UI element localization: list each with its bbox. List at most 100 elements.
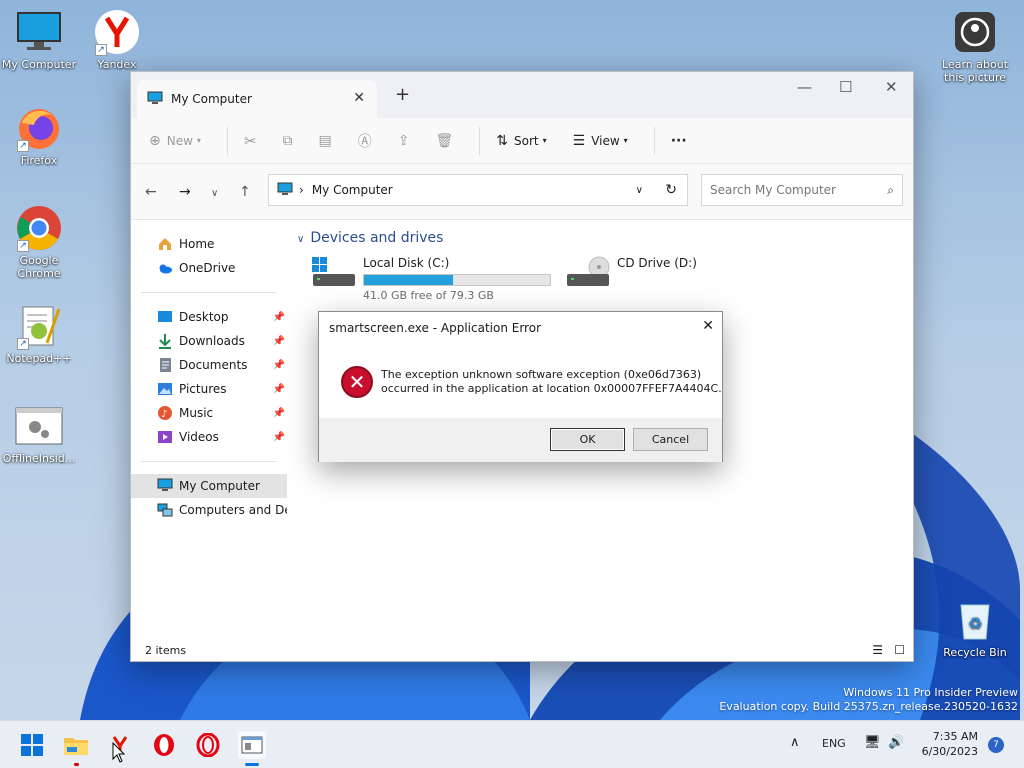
pin-icon[interactable]: 📌 — [273, 408, 285, 419]
close-icon[interactable]: ✕ — [702, 318, 714, 334]
network-icon[interactable]: 🖥 — [864, 735, 881, 750]
svg-text:♪: ♪ — [161, 409, 167, 420]
settings-script-icon — [15, 402, 63, 450]
desktop-icon-my-computer[interactable]: My Computer — [0, 8, 78, 71]
pin-icon[interactable]: 📌 — [273, 336, 285, 347]
chevron-down-icon: ▾ — [623, 136, 628, 145]
pin-icon[interactable]: 📌 — [273, 432, 285, 443]
chevron-down-icon[interactable]: ∨ — [211, 188, 218, 199]
desktop-icon-recycle-bin[interactable]: ♻ Recycle Bin — [936, 596, 1014, 659]
close-window-icon[interactable]: ✕ — [885, 78, 898, 96]
clipboard-icon: ▤ — [318, 132, 332, 149]
sidebar-item-videos[interactable]: Videos 📌 — [131, 425, 287, 449]
rename-icon: Ⓐ — [357, 133, 372, 150]
drive-item-c[interactable]: Local Disk (C:) 41.0 GB free of 79.3 GB — [311, 256, 551, 302]
opera-icon — [154, 734, 174, 756]
drive-item-d[interactable]: CD Drive (D:) — [565, 256, 697, 295]
cut-button[interactable]: ✂ — [244, 132, 257, 150]
sidebar-item-pictures[interactable]: Pictures 📌 — [131, 377, 287, 401]
chevron-down-icon[interactable]: ∨ — [636, 185, 643, 196]
dialog-message: The exception unknown software exception… — [381, 368, 722, 395]
minimize-icon[interactable]: — — [797, 78, 812, 96]
cloud-icon — [157, 260, 173, 276]
show-hidden-icons-chevron-icon[interactable]: ∧ — [790, 735, 800, 750]
taskbar-opera[interactable] — [150, 731, 178, 759]
chrome-icon: ↗ — [15, 204, 63, 252]
toolbar-divider — [226, 126, 228, 155]
shortcut-arrow-icon: ↗ — [17, 140, 29, 152]
cancel-button[interactable]: Cancel — [633, 428, 708, 451]
chevron-down-icon: ∨ — [297, 234, 305, 245]
desktop-folder-icon — [157, 309, 173, 325]
volume-icon[interactable]: 🔊 — [888, 735, 904, 750]
chevron-down-icon: ▾ — [542, 136, 547, 145]
sidebar-item-home[interactable]: Home — [131, 232, 287, 256]
evaluation-watermark: Windows 11 Pro Insider Preview Evaluatio… — [719, 686, 1018, 713]
dialog-button-row: OK Cancel — [319, 418, 722, 462]
sidebar-item-desktop[interactable]: Desktop 📌 — [131, 305, 287, 329]
sort-arrows-icon: ⇅ — [496, 132, 508, 149]
ok-button[interactable]: OK — [550, 428, 625, 451]
system-drive-icon — [311, 256, 357, 302]
start-button[interactable] — [18, 731, 46, 759]
monitor-icon — [147, 91, 163, 108]
notification-badge[interactable]: 7 — [988, 737, 1004, 753]
sidebar-item-downloads[interactable]: Downloads 📌 — [131, 329, 287, 353]
pin-icon[interactable]: 📌 — [273, 312, 285, 323]
more-options-button[interactable]: ··· — [671, 133, 687, 149]
firefox-icon: ↗ — [15, 104, 63, 152]
drive-name: CD Drive (D:) — [617, 256, 697, 270]
taskbar-opera-gx[interactable] — [194, 731, 222, 759]
sidebar-item-documents[interactable]: Documents 📌 — [131, 353, 287, 377]
error-icon: ✕ — [341, 366, 373, 398]
paste-button[interactable]: ▤ — [319, 133, 332, 149]
desktop-icon-chrome[interactable]: ↗ Google Chrome — [0, 204, 78, 280]
input-language[interactable]: ENG — [822, 737, 846, 750]
refresh-icon[interactable]: ↻ — [665, 182, 677, 198]
details-view-icon[interactable]: ☰ — [872, 643, 883, 657]
taskbar-active-app[interactable] — [238, 731, 266, 759]
scissors-icon: ✂ — [243, 131, 257, 150]
close-tab-icon[interactable]: ✕ — [353, 90, 365, 106]
tiles-view-icon[interactable]: ☐ — [894, 643, 905, 657]
running-indicator — [74, 763, 79, 766]
pin-icon[interactable]: 📌 — [273, 384, 285, 395]
rename-button[interactable]: Ⓐ — [358, 131, 372, 151]
search-icon: ⌕ — [887, 182, 894, 197]
taskbar-file-explorer[interactable] — [62, 731, 90, 759]
drive-free-space: 41.0 GB free of 79.3 GB — [363, 289, 494, 302]
group-header-devices[interactable]: ∨ Devices and drives — [297, 230, 913, 246]
desktop-icon-firefox[interactable]: ↗ Firefox — [0, 104, 78, 167]
sidebar-item-onedrive[interactable]: OneDrive — [131, 256, 287, 280]
recycle-bin-icon: ♻ — [951, 596, 999, 644]
desktop-icon-notepadpp[interactable]: ↗ Notepad++ — [0, 302, 78, 365]
drive-name: Local Disk (C:) — [363, 256, 450, 270]
desktop-icon-offlineinsider[interactable]: OfflineInsid... — [0, 402, 78, 465]
monitor-icon — [15, 8, 63, 56]
search-input[interactable]: Search My Computer ⌕ — [701, 174, 903, 206]
pin-icon[interactable]: 📌 — [273, 360, 285, 371]
sidebar-item-my-computer[interactable]: My Computer — [131, 474, 287, 498]
tab-my-computer[interactable]: My Computer ✕ — [137, 80, 377, 118]
desktop-icon-yandex[interactable]: ↗ Yandex — [78, 8, 156, 71]
desktop-icon-learn-about-picture[interactable]: Learn about this picture — [936, 8, 1014, 84]
view-button[interactable]: ☰ View ▾ — [573, 133, 628, 149]
forward-arrow-icon[interactable]: → — [179, 184, 191, 200]
sort-button[interactable]: ⇅ Sort ▾ — [496, 133, 546, 149]
back-arrow-icon[interactable]: ← — [145, 184, 157, 200]
status-bar-item-count: 2 items — [145, 644, 187, 657]
share-icon: ⇪ — [397, 132, 410, 149]
taskbar-clock[interactable]: 7:35 AM 6/30/2023 — [922, 729, 978, 759]
maximize-icon[interactable]: ☐ — [839, 78, 852, 96]
sidebar-item-music[interactable]: ♪ Music 📌 — [131, 401, 287, 425]
share-button[interactable]: ⇪ — [398, 133, 410, 149]
picture-icon — [157, 381, 173, 397]
copy-icon: ⧉ — [282, 132, 293, 149]
new-button[interactable]: ⊕ New ▾ — [149, 133, 201, 149]
delete-button[interactable]: 🗑 — [435, 133, 453, 149]
copy-button[interactable]: ⧉ — [283, 133, 293, 149]
new-tab-icon[interactable]: + — [395, 84, 410, 105]
up-arrow-icon[interactable]: ↑ — [239, 184, 251, 200]
address-bar[interactable]: › My Computer ∨ ↻ — [268, 174, 688, 206]
sidebar-item-network[interactable]: Computers and Devi — [131, 498, 287, 522]
